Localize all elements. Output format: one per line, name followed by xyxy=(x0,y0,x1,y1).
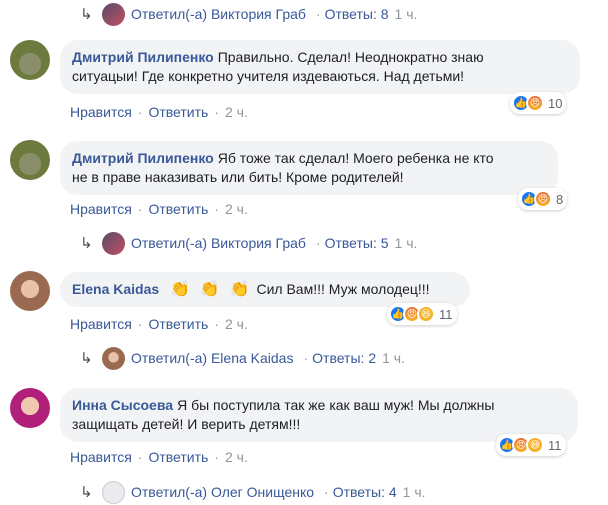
avatar xyxy=(102,231,125,255)
replies-link[interactable]: Ответил(-а) Виктория Граб xyxy=(131,6,306,22)
avatar xyxy=(102,346,125,370)
separator: · xyxy=(137,201,143,217)
avatar[interactable] xyxy=(10,40,50,80)
reply-row[interactable]: ↳ Ответил(-а) Виктория Граб · Ответы: 5 … xyxy=(80,229,417,257)
comment-actions: Нравится · Ответить · 2 ч. xyxy=(70,104,248,120)
reply-time: 1 ч. xyxy=(394,235,418,251)
like-button[interactable]: Нравится xyxy=(70,449,132,465)
comment-actions: Нравится · Ответить · 2 ч. xyxy=(70,316,248,332)
reply-row[interactable]: ↳ Ответил(-а) Олег Онищенко · Ответы: 4 … xyxy=(80,478,426,505)
avatar[interactable] xyxy=(10,388,50,428)
reactions-summary[interactable]: 👍 😠 😆 11 xyxy=(387,303,457,325)
separator: · xyxy=(214,449,219,465)
avatar xyxy=(102,2,125,26)
comment-time[interactable]: 2 ч. xyxy=(225,201,248,217)
reply-time: 1 ч. xyxy=(382,350,405,366)
haha-icon: 😆 xyxy=(526,436,544,454)
comment-actions: Нравится · Ответить · 2 ч. xyxy=(70,449,248,465)
avatar[interactable] xyxy=(10,140,50,180)
reply-button[interactable]: Ответить xyxy=(148,104,208,120)
author-name[interactable]: Elena Kaidas xyxy=(72,281,159,297)
comment-bubble: Инна Сысоева Я бы поступила так же как ва… xyxy=(60,388,578,442)
replies-link[interactable]: Ответил(-а) Виктория Граб xyxy=(131,235,306,251)
reply-arrow-icon: ↳ xyxy=(80,350,93,367)
replies-link[interactable]: Ответил(-а) Олег Онищенко xyxy=(131,484,314,500)
like-button[interactable]: Нравится xyxy=(70,316,132,332)
clapping-hands-icon: 👏 xyxy=(229,281,250,298)
comment-actions: Нравится · Ответить · 2 ч. xyxy=(70,201,248,217)
angry-icon: 😠 xyxy=(526,94,544,112)
separator: · xyxy=(137,316,143,332)
comment-bubble: Elena Kaidas 👏 👏 👏 Сил Вам!!! Муж молоде… xyxy=(60,272,470,307)
separator: · xyxy=(137,449,143,465)
reply-arrow-icon: ↳ xyxy=(80,6,93,23)
separator: · xyxy=(315,6,321,22)
comment-text: Яб тоже так сделал! Моего ребенка не кто xyxy=(217,150,494,166)
comment-text: Я бы поступила так же как ваш муж! Мы до… xyxy=(177,397,495,413)
comment-bubble: Дмитрий Пилипенко Правильно. Сделал! Неод… xyxy=(60,40,580,94)
author-name[interactable]: Дмитрий Пилипенко xyxy=(72,150,214,166)
replies-link[interactable]: Ответил(-а) Elena Kaidas xyxy=(131,350,293,366)
reaction-count: 10 xyxy=(548,95,563,111)
comment-text: ситуацыи! Где конкретно учителя издевают… xyxy=(72,68,465,84)
reactions-summary[interactable]: 👍 😠 😆 11 xyxy=(496,434,566,456)
comment-text: защищать детей! И верить детям!!! xyxy=(72,416,301,432)
comment-bubble: Дмитрий Пилипенко Яб тоже так сделал! Мое… xyxy=(60,141,558,195)
reply-count[interactable]: Ответы: 4 xyxy=(333,484,397,500)
reply-button[interactable]: Ответить xyxy=(148,449,208,465)
comment-text: не в праве наказивать или бить! Кроме ро… xyxy=(72,169,404,185)
author-name[interactable]: Инна Сысоева xyxy=(72,397,173,413)
separator: · xyxy=(214,104,219,120)
separator: · xyxy=(324,484,329,500)
reply-arrow-icon: ↳ xyxy=(80,235,93,252)
reply-time: 1 ч. xyxy=(394,6,418,22)
reply-arrow-icon: ↳ xyxy=(80,484,93,501)
reply-count[interactable]: Ответы: 8 xyxy=(325,6,389,22)
reactions-summary[interactable]: 👍 😠 8 xyxy=(518,188,568,210)
reply-time: 1 ч. xyxy=(402,484,426,500)
comment-time[interactable]: 2 ч. xyxy=(225,316,248,332)
avatar xyxy=(102,480,125,504)
separator: · xyxy=(303,350,309,366)
reply-count[interactable]: Ответы: 5 xyxy=(325,235,389,251)
haha-icon: 😆 xyxy=(417,305,435,323)
comment-text: Правильно. Сделал! Неоднократно знаю xyxy=(217,49,484,65)
avatar[interactable] xyxy=(10,271,50,311)
clapping-hands-icon: 👏 xyxy=(199,281,220,298)
like-button[interactable]: Нравится xyxy=(70,104,132,120)
separator: · xyxy=(137,104,143,120)
reply-row[interactable]: ↳ Ответил(-а) Elena Kaidas · Ответы: 2 1… xyxy=(80,344,405,372)
reactions-summary[interactable]: 👍 😠 10 xyxy=(510,92,567,114)
reply-row-top[interactable]: ↳ Ответил(-а) Виктория Граб · Ответы: 8 … xyxy=(80,0,417,28)
separator: · xyxy=(315,235,321,251)
clapping-hands-icon: 👏 xyxy=(170,281,190,298)
reaction-count: 11 xyxy=(548,437,562,453)
comment-time[interactable]: 2 ч. xyxy=(225,104,248,120)
reaction-count: 8 xyxy=(556,191,564,207)
comment-text: Сил Вам!!! Муж молодец!!! xyxy=(256,281,430,297)
like-button[interactable]: Нравится xyxy=(70,201,132,217)
reply-count[interactable]: Ответы: 2 xyxy=(312,350,376,366)
angry-icon: 😠 xyxy=(534,190,552,208)
separator: · xyxy=(214,316,219,332)
reaction-count: 11 xyxy=(439,306,453,322)
reply-button[interactable]: Ответить xyxy=(148,316,208,332)
reply-button[interactable]: Ответить xyxy=(148,201,208,217)
comment-time[interactable]: 2 ч. xyxy=(225,449,248,465)
author-name[interactable]: Дмитрий Пилипенко xyxy=(72,49,214,65)
separator: · xyxy=(214,201,219,217)
